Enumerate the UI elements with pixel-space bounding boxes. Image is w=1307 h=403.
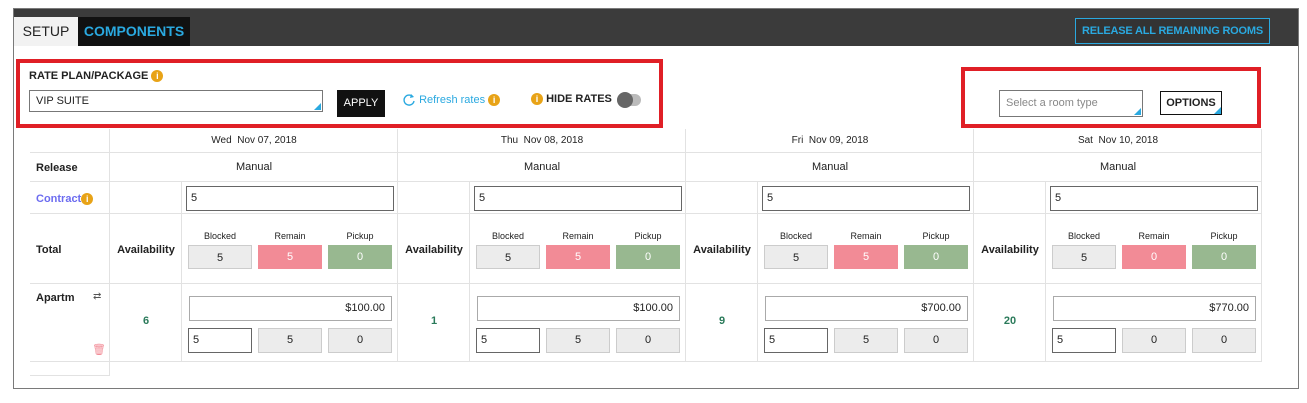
rate-plan-label: RATE PLAN/PACKAGE i [29, 70, 164, 83]
contract-input[interactable]: 5 [1050, 186, 1258, 211]
day-column: Sat Nov 10, 2018 Manual 5 Availability B… [974, 129, 1262, 362]
total-blocked: 5 [188, 245, 252, 269]
total-remain: 0 [1122, 245, 1186, 269]
swap-icon[interactable]: ⇄ [93, 291, 101, 302]
dropdown-corner-icon [314, 103, 321, 110]
release-value[interactable]: Manual [974, 161, 1262, 173]
availability-label: Availability [981, 244, 1039, 256]
rate-input[interactable]: $700.00 [765, 296, 968, 321]
pickup-label: Pickup [346, 231, 374, 241]
row-label-contract[interactable]: Contract i [36, 193, 94, 206]
room-availability: 1 [430, 315, 438, 327]
total-pickup: 0 [616, 245, 680, 269]
room-pickup: 0 [328, 328, 392, 353]
room-availability: 6 [142, 315, 150, 327]
total-remain: 5 [834, 245, 898, 269]
row-label-release: Release [36, 162, 78, 174]
total-pickup: 0 [328, 245, 392, 269]
total-remain: 5 [258, 245, 322, 269]
room-remain: 5 [546, 328, 610, 353]
total-remain: 5 [546, 245, 610, 269]
dropdown-corner-icon [1214, 107, 1221, 114]
refresh-icon [403, 94, 415, 106]
rate-input[interactable]: $770.00 [1053, 296, 1256, 321]
pickup-label: Pickup [634, 231, 662, 241]
room-remain: 5 [834, 328, 898, 353]
day-header: Thu Nov 08, 2018 [500, 135, 584, 146]
blocked-label: Blocked [779, 231, 813, 241]
room-block-input[interactable]: 5 [1052, 328, 1116, 353]
availability-label: Availability [117, 244, 175, 256]
day-header: Fri Nov 09, 2018 [791, 135, 869, 146]
remain-label: Remain [274, 231, 306, 241]
room-remain: 5 [258, 328, 322, 353]
remain-label: Remain [562, 231, 594, 241]
day-header: Sat Nov 10, 2018 [1077, 135, 1159, 146]
row-label-total: Total [36, 244, 62, 256]
rate-input[interactable]: $100.00 [477, 296, 680, 321]
info-icon[interactable]: i [488, 94, 501, 106]
trash-icon[interactable]: 🗑 [92, 343, 106, 356]
room-type-select[interactable]: Select a room type [999, 90, 1143, 117]
hide-rates-label: i HIDE RATES [531, 93, 612, 106]
apply-button[interactable]: APPLY [337, 90, 385, 117]
availability-label: Availability [405, 244, 463, 256]
availability-grid: Release Contract i Total Apartm ⇄ 🗑 Wed N… [17, 119, 1267, 376]
contract-input[interactable]: 5 [762, 186, 970, 211]
info-icon[interactable]: i [531, 93, 543, 106]
remain-label: Remain [850, 231, 882, 241]
room-pickup: 0 [1192, 328, 1256, 353]
info-icon[interactable]: i [151, 70, 164, 83]
release-value[interactable]: Manual [398, 161, 686, 173]
blocked-label: Blocked [203, 231, 237, 241]
rate-plan-select[interactable]: VIP SUITE [29, 90, 323, 112]
room-block-input[interactable]: 5 [764, 328, 828, 353]
total-blocked: 5 [1052, 245, 1116, 269]
room-availability: 9 [718, 315, 726, 327]
room-pickup: 0 [616, 328, 680, 353]
availability-label: Availability [693, 244, 751, 256]
hide-rates-toggle[interactable] [617, 92, 641, 108]
day-column: Thu Nov 08, 2018 Manual 5 Availability B… [398, 129, 686, 362]
total-blocked: 5 [764, 245, 828, 269]
tab-components[interactable]: COMPONENTS [78, 17, 190, 46]
refresh-rates-link[interactable]: Refresh rates i [402, 93, 501, 107]
tab-setup[interactable]: SETUP [14, 17, 78, 46]
remain-label: Remain [1138, 231, 1170, 241]
day-header: Wed Nov 07, 2018 [211, 135, 297, 146]
total-pickup: 0 [904, 245, 968, 269]
day-column: Wed Nov 07, 2018 Manual 5 Availability B… [110, 129, 398, 362]
room-block-input[interactable]: 5 [188, 328, 252, 353]
row-label-room: Apartm [36, 292, 75, 304]
rate-input[interactable]: $100.00 [189, 296, 392, 321]
blocked-label: Blocked [1067, 231, 1101, 241]
release-all-remaining-rooms-button[interactable]: RELEASE ALL REMAINING ROOMS [1075, 18, 1270, 44]
day-column: Fri Nov 09, 2018 Manual 5 Availability B… [686, 129, 974, 362]
total-pickup: 0 [1192, 245, 1256, 269]
options-button[interactable]: OPTIONS [1160, 91, 1222, 115]
toggle-knob [617, 92, 633, 108]
room-pickup: 0 [904, 328, 968, 353]
dropdown-corner-icon [1134, 108, 1141, 115]
room-remain: 0 [1122, 328, 1186, 353]
pickup-label: Pickup [922, 231, 950, 241]
blocked-label: Blocked [491, 231, 525, 241]
release-value[interactable]: Manual [686, 161, 974, 173]
total-blocked: 5 [476, 245, 540, 269]
top-bar: SETUP COMPONENTS RELEASE ALL REMAINING R… [14, 9, 1298, 46]
info-icon[interactable]: i [81, 193, 94, 206]
room-availability: 20 [1003, 315, 1017, 327]
contract-input[interactable]: 5 [186, 186, 394, 211]
pickup-label: Pickup [1210, 231, 1238, 241]
contract-input[interactable]: 5 [474, 186, 682, 211]
room-block-input[interactable]: 5 [476, 328, 540, 353]
release-value[interactable]: Manual [110, 161, 398, 173]
